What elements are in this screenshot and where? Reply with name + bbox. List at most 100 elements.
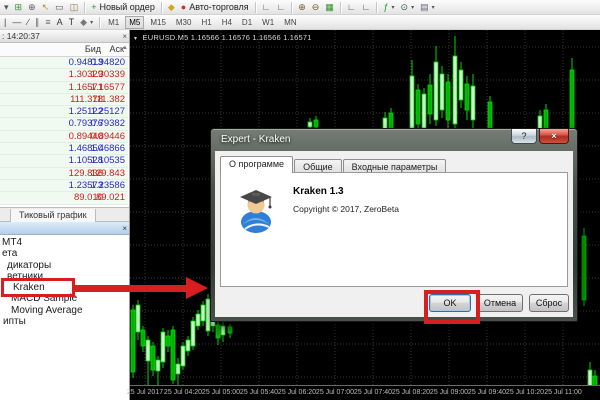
- ask-value: 0.89446: [91, 131, 125, 143]
- chart-profile-a-button[interactable]: ∟: [259, 1, 274, 14]
- horizontal-line-button[interactable]: —: [9, 16, 24, 29]
- candle: [410, 76, 414, 128]
- dialog-tabstrip: О программеОбщиеВходные параметры: [220, 156, 447, 173]
- market-row[interactable]: 1.235731.23586: [0, 180, 128, 192]
- market-row[interactable]: 0.948130.94820: [0, 57, 128, 69]
- auto-trading-button[interactable]: ●Авто-торговля: [178, 1, 252, 14]
- time-axis: 25 Jul 201725 Jul 04:2025 Jul 05:0025 Ju…: [130, 385, 600, 400]
- timeframe-m1-button[interactable]: M1: [104, 16, 123, 29]
- candle: [191, 321, 195, 346]
- timeframe-w1-button[interactable]: W1: [258, 16, 278, 29]
- chart-shift-button[interactable]: ▭: [52, 1, 67, 14]
- market-watch-close-icon[interactable]: ×: [122, 30, 127, 43]
- candle: [146, 340, 150, 361]
- indicators-button[interactable]: ƒ▾: [380, 1, 397, 14]
- annotation-arrow-head-icon: [186, 277, 208, 299]
- time-label: 25 Jul 07:00: [316, 389, 354, 396]
- market-row[interactable]: 1.105281.10535: [0, 155, 128, 167]
- fibonacci-icon: ≡: [45, 16, 50, 29]
- zoom-box-icon: ◫: [70, 1, 79, 14]
- periods-button[interactable]: ⊙▾: [398, 1, 418, 14]
- time-label: 25 Jul 05:40: [240, 389, 278, 396]
- market-row[interactable]: 1.303291.30339: [0, 69, 128, 81]
- timeframe-m15-button[interactable]: M15: [146, 16, 170, 29]
- zoom-in-button[interactable]: ⊕: [295, 1, 309, 14]
- expert-advisors-button[interactable]: ◆: [165, 1, 178, 14]
- arrows-tool-button[interactable]: ◆▾: [77, 16, 96, 29]
- chart-profile-b-button[interactable]: ∟: [273, 1, 288, 14]
- market-row[interactable]: 1.468501.46866: [0, 143, 128, 155]
- market-row[interactable]: 111.378111.382: [0, 94, 128, 106]
- timeframe-h1-button[interactable]: H1: [197, 16, 215, 29]
- annotation-arrow: [74, 285, 188, 292]
- fibonacci-button[interactable]: ≡: [42, 16, 53, 29]
- channel-button[interactable]: ∥: [32, 16, 43, 29]
- chart-profile-b-icon: ∟: [276, 1, 285, 14]
- reset-button[interactable]: Сброс: [529, 294, 569, 312]
- candle-chart-button[interactable]: ∟: [359, 1, 374, 14]
- toolbar-separator: [340, 2, 341, 13]
- tree-item-мт4[interactable]: МТ4: [0, 237, 129, 248]
- cancel-button[interactable]: Отмена: [477, 294, 523, 312]
- scroll-up-icon[interactable]: ▲: [122, 45, 128, 51]
- time-label: 25 Jul 06:20: [278, 389, 316, 396]
- market-row[interactable]: 1.165711.16577: [0, 82, 128, 94]
- navigator-close-icon[interactable]: ×: [122, 222, 127, 235]
- time-label: 25 Jul 09:00: [430, 389, 468, 396]
- trend-line-icon: ∕: [27, 16, 29, 29]
- market-row[interactable]: 1.251221.25127: [0, 106, 128, 118]
- symbols-button[interactable]: ⊞: [12, 1, 26, 14]
- caret-down-icon: ▾: [411, 4, 414, 11]
- tree-item-ета[interactable]: ета: [0, 248, 129, 259]
- ask-value: 0.79382: [91, 118, 125, 130]
- toolbar-separator: [84, 2, 85, 13]
- cursor-icon: ↖: [42, 1, 50, 14]
- templates-button[interactable]: ▤▾: [417, 1, 438, 14]
- market-row[interactable]: 89.01089.021: [0, 192, 128, 204]
- candle: [141, 330, 145, 346]
- expert-advisors-icon: ◆: [168, 1, 175, 14]
- vertical-line-button[interactable]: |: [1, 16, 9, 29]
- market-watch-columns: Бид Аск: [0, 43, 129, 57]
- tree-item-moving-average[interactable]: Moving Average: [0, 305, 129, 316]
- candle: [422, 94, 426, 128]
- tree-item-дикаторы[interactable]: дикаторы: [0, 260, 129, 271]
- mt4-window: ▾⊞⊕↖▭◫+Новый ордер◆●Авто-торговля∟∟⊕⊖▦∟∟…: [0, 0, 600, 400]
- timeframe-d1-button[interactable]: D1: [238, 16, 256, 29]
- candle: [453, 56, 457, 124]
- timeframe-m30-button[interactable]: M30: [172, 16, 196, 29]
- chart-collapse-icon[interactable]: ▾: [134, 36, 137, 42]
- zoom-box-button[interactable]: ◫: [67, 1, 82, 14]
- market-row[interactable]: 0.894400.89446: [0, 131, 128, 143]
- charts-dropdown-button[interactable]: ▾: [1, 1, 12, 14]
- new-order-button[interactable]: +Новый ордер: [88, 1, 158, 14]
- dialog-close-button[interactable]: ×: [539, 129, 569, 144]
- column-header-bid[interactable]: Бид: [85, 44, 101, 54]
- tile-windows-button[interactable]: ▦: [322, 1, 337, 14]
- market-row[interactable]: 0.793760.79382: [0, 118, 128, 130]
- crosshair-button[interactable]: ⊕: [25, 1, 39, 14]
- text-label-button[interactable]: T: [66, 16, 78, 29]
- zoom-out-button[interactable]: ⊖: [309, 1, 323, 14]
- tree-item-ипты[interactable]: ипты: [0, 316, 129, 327]
- candle: [440, 74, 444, 110]
- text-button[interactable]: A: [54, 16, 66, 29]
- tab-tick-chart[interactable]: Тиковый график: [10, 209, 96, 222]
- time-label: 25 Jul 07:40: [354, 389, 392, 396]
- text-label-icon: T: [69, 16, 75, 29]
- bar-chart-button[interactable]: ∟: [344, 1, 359, 14]
- ask-value: 1.30339: [91, 69, 125, 81]
- tile-windows-icon: ▦: [325, 1, 334, 14]
- timeframe-h4-button[interactable]: H4: [218, 16, 236, 29]
- dialog-help-button[interactable]: ?: [511, 129, 537, 144]
- market-row[interactable]: 129.836129.843: [0, 168, 128, 180]
- cursor-button[interactable]: ↖: [39, 1, 53, 14]
- dialog-tab-о-программе[interactable]: О программе: [220, 156, 293, 173]
- auto-trading-label: Авто-торговля: [189, 2, 248, 12]
- charts-dropdown-icon: ▾: [4, 1, 9, 14]
- timeframe-mn-button[interactable]: MN: [280, 16, 300, 29]
- timeframe-m5-button[interactable]: M5: [125, 16, 144, 29]
- trend-line-button[interactable]: ∕: [24, 16, 32, 29]
- time-label: 25 Jul 11:00: [544, 389, 582, 396]
- navigator-tree: МТ4етадикаторыветникиKrakenMACD SampleMo…: [0, 235, 129, 400]
